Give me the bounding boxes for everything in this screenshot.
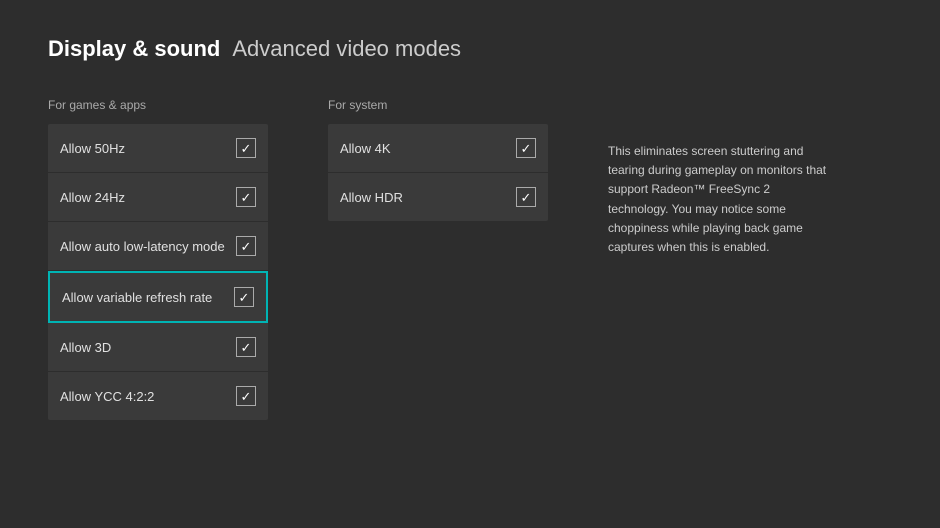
checkbox-allow-50hz[interactable] <box>236 138 256 158</box>
setting-item-allow-4k[interactable]: Allow 4K <box>328 124 548 173</box>
setting-label-allow-3d: Allow 3D <box>60 340 111 355</box>
system-list: Allow 4K Allow HDR <box>328 124 548 221</box>
setting-item-allow-hdr[interactable]: Allow HDR <box>328 173 548 221</box>
setting-item-allow-ycc[interactable]: Allow YCC 4:2:2 <box>48 372 268 420</box>
description-panel: This eliminates screen stuttering and te… <box>588 126 848 420</box>
setting-label-allow-auto-low-latency: Allow auto low-latency mode <box>60 239 225 254</box>
header-main-title: Display & sound <box>48 36 220 62</box>
games-apps-list: Allow 50Hz Allow 24Hz Allow auto low-laten… <box>48 124 268 420</box>
checkbox-allow-24hz[interactable] <box>236 187 256 207</box>
description-text: This eliminates screen stuttering and te… <box>608 142 828 257</box>
setting-item-allow-auto-low-latency[interactable]: Allow auto low-latency mode <box>48 222 268 271</box>
content-area: For games & apps Allow 50HzAllow 24HzAll… <box>48 98 892 420</box>
games-apps-column: For games & apps Allow 50HzAllow 24HzAll… <box>48 98 268 420</box>
setting-label-allow-50hz: Allow 50Hz <box>60 141 125 156</box>
setting-item-allow-50hz[interactable]: Allow 50Hz <box>48 124 268 173</box>
system-header: For system <box>328 98 548 112</box>
checkbox-allow-variable-refresh-rate[interactable] <box>234 287 254 307</box>
system-column: For system Allow 4K Allow HDR <box>328 98 548 420</box>
page-container: Display & sound Advanced video modes For… <box>0 0 940 528</box>
checkbox-allow-4k[interactable] <box>516 138 536 158</box>
columns-wrapper: For games & apps Allow 50HzAllow 24HzAll… <box>48 98 548 420</box>
setting-label-allow-ycc: Allow YCC 4:2:2 <box>60 389 154 404</box>
setting-label-allow-4k: Allow 4K <box>340 141 391 156</box>
header: Display & sound Advanced video modes <box>48 36 892 62</box>
checkbox-allow-3d[interactable] <box>236 337 256 357</box>
games-apps-header: For games & apps <box>48 98 268 112</box>
setting-label-allow-variable-refresh-rate: Allow variable refresh rate <box>62 290 212 305</box>
checkbox-allow-auto-low-latency[interactable] <box>236 236 256 256</box>
checkbox-allow-hdr[interactable] <box>516 187 536 207</box>
header-sub-title: Advanced video modes <box>232 36 461 62</box>
setting-label-allow-hdr: Allow HDR <box>340 190 403 205</box>
setting-item-allow-variable-refresh-rate[interactable]: Allow variable refresh rate <box>48 271 268 323</box>
setting-label-allow-24hz: Allow 24Hz <box>60 190 125 205</box>
setting-item-allow-3d[interactable]: Allow 3D <box>48 323 268 372</box>
setting-item-allow-24hz[interactable]: Allow 24Hz <box>48 173 268 222</box>
checkbox-allow-ycc[interactable] <box>236 386 256 406</box>
